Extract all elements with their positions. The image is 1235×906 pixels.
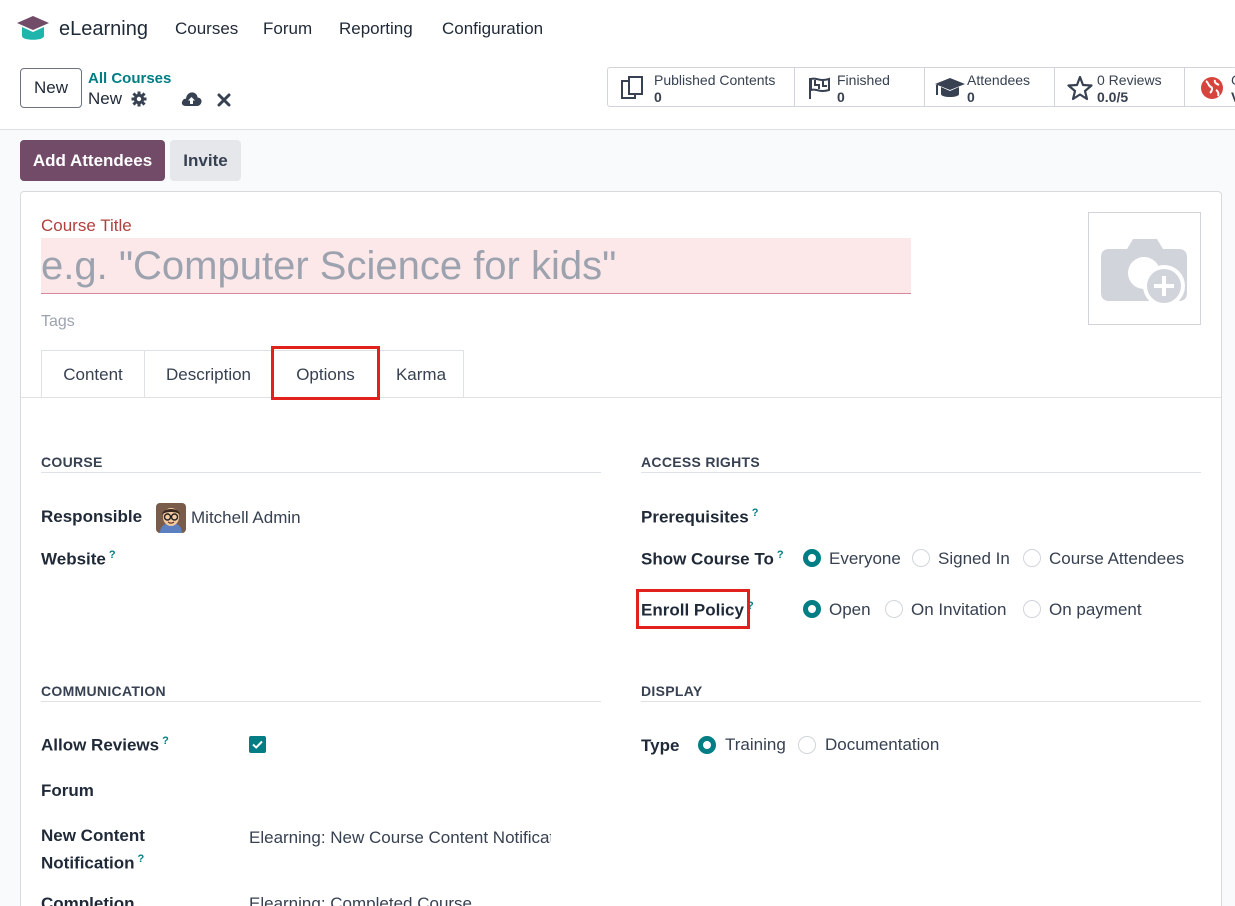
radio-everyone-label[interactable]: Everyone bbox=[829, 549, 901, 569]
tabs-underline bbox=[21, 397, 1221, 398]
course-title-input[interactable]: e.g. "Computer Science for kids" bbox=[41, 238, 911, 294]
access-rights-section-line bbox=[641, 472, 1201, 473]
show-course-to-label: Show Course To? bbox=[641, 549, 784, 569]
menu-configuration[interactable]: Configuration bbox=[442, 19, 543, 39]
course-image-upload[interactable] bbox=[1088, 212, 1201, 325]
checkmark-icon bbox=[252, 740, 263, 749]
radio-documentation-label[interactable]: Documentation bbox=[825, 735, 939, 755]
documents-icon bbox=[621, 76, 643, 99]
completion-label: Completion bbox=[41, 894, 135, 906]
stat-published-contents[interactable]: Published Contents 0 bbox=[608, 68, 795, 106]
radio-signed-in[interactable] bbox=[912, 549, 930, 567]
help-icon[interactable]: ? bbox=[162, 735, 169, 747]
invite-button[interactable]: Invite bbox=[170, 140, 241, 181]
stat-reviews[interactable]: 0 Reviews 0.0/5 bbox=[1055, 68, 1185, 106]
app-name[interactable]: eLearning bbox=[59, 18, 148, 41]
radio-training[interactable] bbox=[698, 736, 716, 754]
help-icon[interactable]: ? bbox=[752, 507, 759, 519]
allow-reviews-label: Allow Reviews? bbox=[41, 735, 169, 755]
course-section-title: COURSE bbox=[41, 454, 103, 470]
camera-add-icon bbox=[1101, 239, 1187, 307]
help-icon[interactable]: ? bbox=[109, 549, 116, 561]
menu-forum[interactable]: Forum bbox=[263, 19, 312, 39]
course-section-line bbox=[41, 472, 601, 473]
breadcrumb-all-courses[interactable]: All Courses bbox=[88, 70, 171, 87]
website-label: Website? bbox=[41, 549, 116, 569]
new-button[interactable]: New bbox=[20, 68, 82, 108]
radio-course-attendees-label[interactable]: Course Attendees bbox=[1049, 549, 1184, 569]
radio-on-payment-label[interactable]: On payment bbox=[1049, 600, 1142, 620]
form-tabs: Content Description Options Karma bbox=[41, 350, 464, 398]
tab-content[interactable]: Content bbox=[41, 350, 145, 398]
menu-courses[interactable]: Courses bbox=[175, 19, 238, 39]
prerequisites-label: Prerequisites? bbox=[641, 507, 759, 527]
radio-everyone[interactable] bbox=[803, 549, 821, 567]
graduation-cap-icon bbox=[935, 78, 965, 97]
forum-label: Forum bbox=[41, 781, 94, 800]
cloud-upload-icon[interactable] bbox=[181, 90, 202, 107]
tags-input[interactable]: Tags bbox=[41, 313, 75, 331]
radio-training-label[interactable]: Training bbox=[725, 735, 786, 755]
top-navbar: eLearning Courses Forum Reporting Config… bbox=[0, 0, 1235, 58]
form-sheet bbox=[20, 191, 1222, 906]
elearning-logo-icon[interactable] bbox=[16, 14, 50, 44]
access-rights-section-title: ACCESS RIGHTS bbox=[641, 454, 761, 470]
tab-description[interactable]: Description bbox=[144, 350, 273, 398]
help-icon[interactable]: ? bbox=[138, 853, 145, 865]
communication-section-line bbox=[41, 701, 601, 702]
options-tab-highlight bbox=[271, 346, 380, 400]
tab-karma[interactable]: Karma bbox=[378, 350, 464, 398]
radio-on-invitation-label[interactable]: On Invitation bbox=[911, 600, 1006, 620]
display-section-title: DISPLAY bbox=[641, 683, 703, 699]
breadcrumb-current: New bbox=[88, 89, 123, 108]
stat-website[interactable]: G V bbox=[1185, 68, 1235, 106]
radio-documentation[interactable] bbox=[798, 736, 816, 754]
radio-on-payment[interactable] bbox=[1023, 600, 1041, 618]
completion-value[interactable]: Elearning: Completed Course bbox=[249, 894, 551, 906]
radio-on-invitation[interactable] bbox=[885, 600, 903, 618]
gear-icon[interactable] bbox=[131, 91, 147, 107]
flag-icon bbox=[809, 77, 830, 99]
add-attendees-button[interactable]: Add Attendees bbox=[20, 140, 165, 181]
communication-section-title: COMMUNICATION bbox=[41, 683, 166, 699]
help-icon[interactable]: ? bbox=[777, 549, 784, 561]
radio-course-attendees[interactable] bbox=[1023, 549, 1041, 567]
radio-open[interactable] bbox=[803, 600, 821, 618]
stat-buttons-bar: Published Contents 0 Finished 0 Attendee… bbox=[607, 67, 1235, 107]
globe-icon bbox=[1201, 77, 1223, 99]
allow-reviews-checkbox[interactable] bbox=[249, 736, 266, 753]
responsible-value[interactable]: Mitchell Admin bbox=[191, 508, 301, 528]
new-content-label-line2: Notification? bbox=[41, 853, 145, 873]
display-section-line bbox=[641, 701, 1201, 702]
new-content-label-line1: New Content bbox=[41, 826, 145, 845]
stat-attendees[interactable]: Attendees 0 bbox=[925, 68, 1055, 106]
new-content-notification-value[interactable]: Elearning: New Course Content Notificati… bbox=[249, 828, 551, 848]
stat-finished[interactable]: Finished 0 bbox=[795, 68, 925, 106]
star-icon bbox=[1067, 75, 1093, 101]
enroll-policy-highlight bbox=[636, 589, 750, 629]
avatar bbox=[156, 503, 186, 533]
radio-signed-in-label[interactable]: Signed In bbox=[938, 549, 1010, 569]
radio-open-label[interactable]: Open bbox=[829, 600, 871, 620]
discard-x-icon[interactable] bbox=[217, 93, 231, 107]
type-label: Type bbox=[641, 736, 680, 755]
course-title-label: Course Title bbox=[41, 216, 132, 235]
responsible-label: Responsible bbox=[41, 507, 143, 526]
menu-reporting[interactable]: Reporting bbox=[339, 19, 413, 39]
